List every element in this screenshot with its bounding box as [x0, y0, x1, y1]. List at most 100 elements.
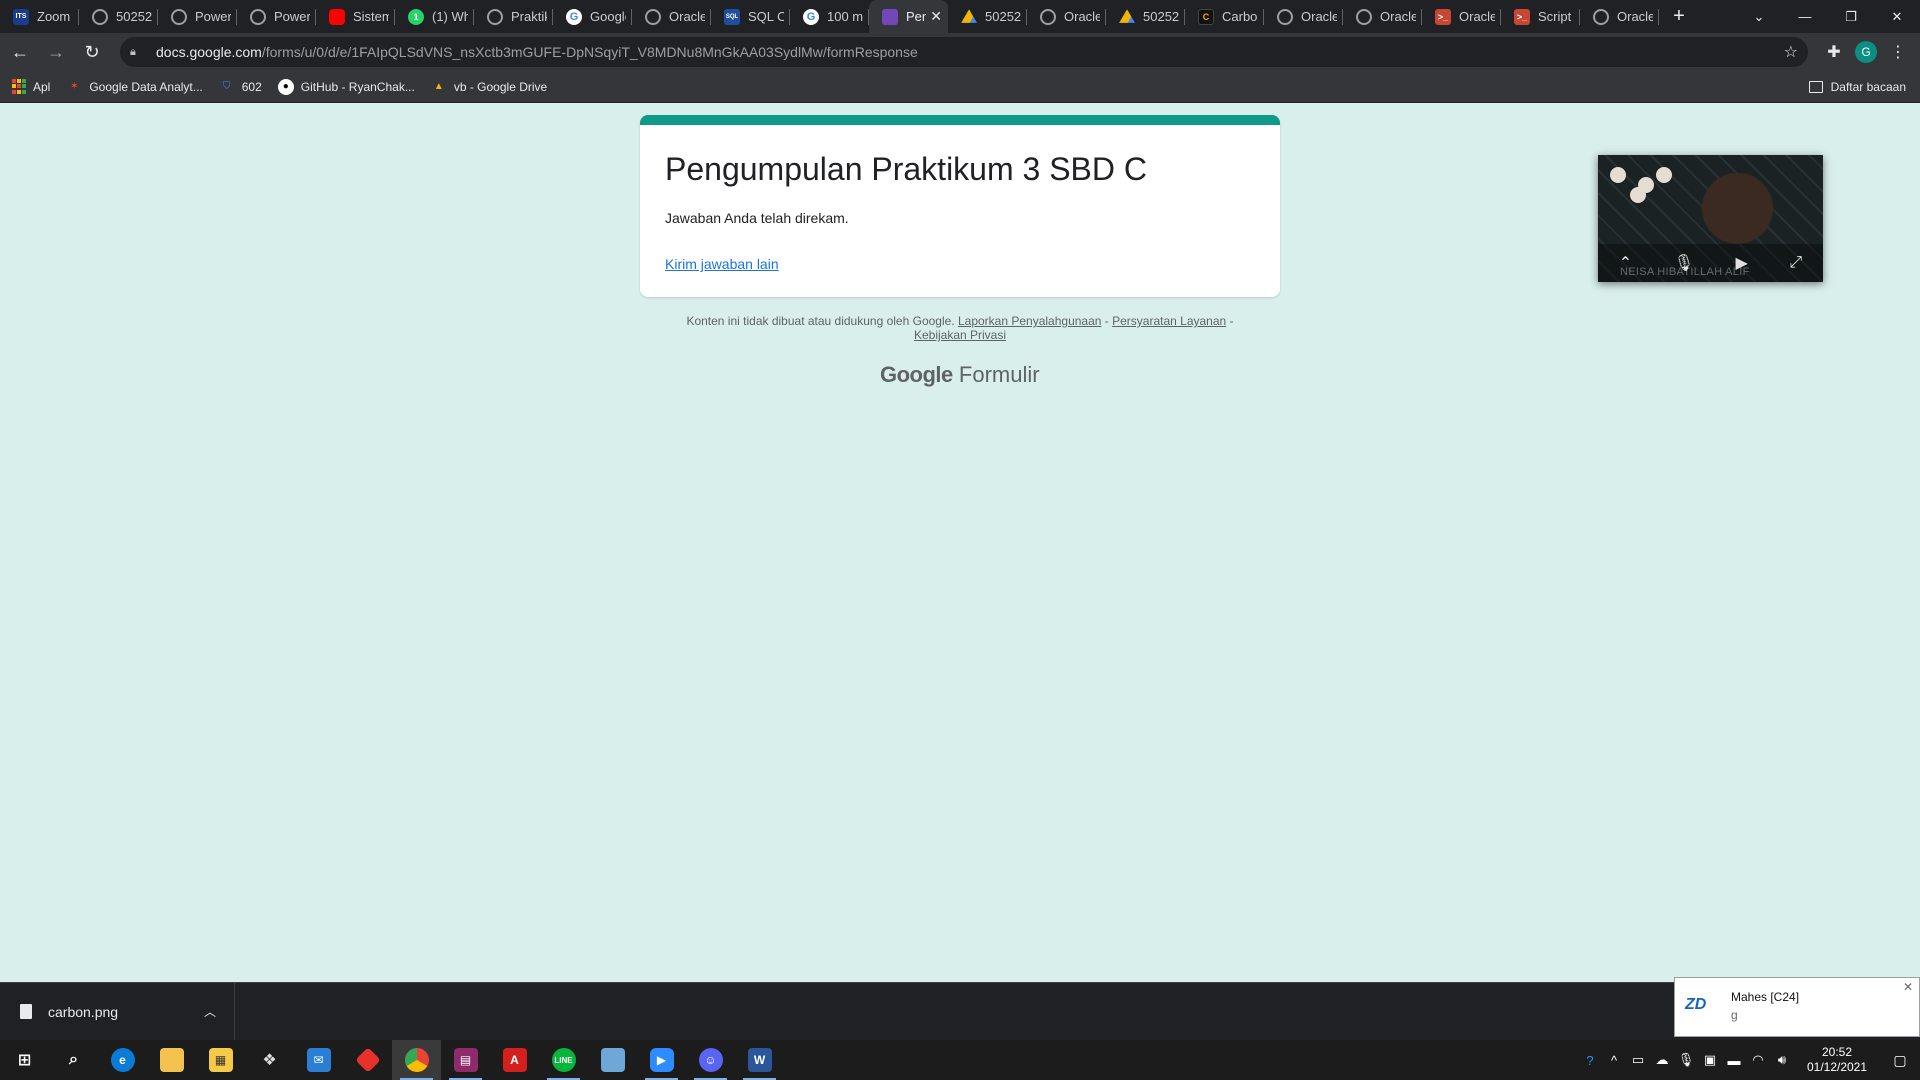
extensions-puzzle-icon[interactable]: ✚ [1818, 42, 1850, 62]
bookmark-apps[interactable]: Apl [12, 78, 51, 95]
submit-another-response-link[interactable]: Kirim jawaban lain [665, 256, 779, 272]
google-forms-logo[interactable]: Google Formulir [880, 362, 1040, 388]
browser-tab[interactable]: ITS Zoom I [0, 0, 79, 33]
battery-icon[interactable]: ▬ [1722, 1053, 1746, 1068]
wifi-icon[interactable]: ◠ [1746, 1052, 1770, 1068]
browser-tab[interactable]: >_ Script [1501, 0, 1580, 33]
restore-button[interactable]: ❐ [1828, 0, 1874, 33]
taskbar-chrome[interactable] [392, 1040, 441, 1080]
zoom-floating-video[interactable]: ⌃ 🎙︎ ▶︎ ⤢ NEISA HIBATILLAH ALIF [1598, 155, 1823, 282]
browser-tab[interactable]: G 100 m [790, 0, 869, 33]
browser-tab[interactable]: Oracle [1580, 0, 1659, 33]
browser-tab[interactable]: PowerP [158, 0, 237, 33]
browser-tab[interactable]: 1 (1) Wh [395, 0, 474, 33]
bookmark-vb-google-drive[interactable]: ▲ vb - Google Drive [431, 79, 547, 95]
whatsapp-icon: 1 [408, 8, 424, 25]
profile-avatar[interactable]: G [1850, 41, 1882, 63]
browser-tab[interactable]: C Carbon [1185, 0, 1264, 33]
browser-tab[interactable]: Per ✕ [869, 0, 948, 33]
help-icon[interactable]: ? [1578, 1053, 1602, 1068]
taskbar-mail[interactable]: ✉ [294, 1040, 343, 1080]
show-hidden-icons-chevron[interactable]: ^ [1602, 1053, 1626, 1068]
bookmark-label: Google Data Analyt... [89, 79, 203, 94]
browser-tab[interactable]: 502520 [79, 0, 158, 33]
taskbar-word[interactable]: W [735, 1040, 784, 1080]
taskbar-edge[interactable]: e [98, 1040, 147, 1080]
downloads-bar: carbon.png ︿ [0, 982, 1920, 1041]
address-bar[interactable]: 🔒︎ docs.google.com /forms/u/0/d/e/1FAIpQ… [120, 37, 1808, 67]
minimize-button[interactable]: — [1782, 0, 1828, 33]
bookmark-label: 602 [241, 79, 262, 94]
download-item[interactable]: carbon.png ︿ [0, 982, 235, 1041]
search-button[interactable]: ⌕ [49, 1040, 98, 1080]
bookmark-star-icon[interactable]: ☆ [1784, 42, 1798, 62]
tab-title: Sistem [353, 9, 389, 24]
browser-menu-icon[interactable]: ⋮ [1882, 42, 1914, 62]
browser-tab[interactable]: PowerP [237, 0, 316, 33]
browser-tab[interactable]: Sistem [316, 0, 395, 33]
report-abuse-link[interactable]: Laporkan Penyalahgunaan [958, 314, 1101, 328]
globe-icon [487, 8, 503, 25]
tab-title: Oracle [1380, 9, 1416, 24]
forms-wordmark: Formulir [958, 362, 1040, 387]
taskbar-winrar[interactable]: ▤ [441, 1040, 490, 1080]
close-icon[interactable]: ✕ [1903, 980, 1913, 994]
browser-tab[interactable]: G Google [553, 0, 632, 33]
taskbar-discord[interactable]: ☺ [686, 1040, 735, 1080]
browser-tab[interactable]: 502520 [948, 0, 1027, 33]
browser-tab[interactable]: Oracle [632, 0, 711, 33]
volume-icon[interactable]: 🔊︎ [1770, 1052, 1794, 1068]
new-tab-button[interactable]: + [1659, 0, 1699, 33]
close-tab-icon[interactable]: ✕ [930, 8, 942, 25]
taskbar-clock[interactable]: 20:52 01/12/2021 [1804, 1045, 1870, 1075]
browser-tab[interactable]: SQL SQL O [711, 0, 790, 33]
bookmark-google-data-analytics[interactable]: ✶ Google Data Analyt... [66, 79, 203, 95]
chevron-up-icon[interactable]: ︿ [204, 1003, 216, 1020]
bookmark-label: Apl [33, 79, 51, 94]
meet-now-icon[interactable]: ▭ [1626, 1052, 1650, 1068]
expand-window-icon[interactable]: ⤢ [1789, 254, 1802, 272]
tab-title: Praktik [511, 9, 547, 24]
bookmark-github[interactable]: ● GitHub - RyanChak... [277, 78, 415, 95]
edge-icon: e [110, 1048, 135, 1072]
browser-tab[interactable]: >_ Oracle [1422, 0, 1501, 33]
taskbar-notes[interactable] [588, 1040, 637, 1080]
browser-tab[interactable]: Praktik [474, 0, 553, 33]
toast-notification[interactable]: ZD Mahes [C24] g ✕ [1674, 977, 1920, 1037]
tab-search-icon[interactable]: ⌄ [1736, 0, 1782, 33]
onedrive-cloud-icon[interactable]: ☁ [1650, 1052, 1674, 1068]
tab-title: Script [1538, 9, 1572, 24]
reading-list-button[interactable]: Daftar bacaan [1808, 80, 1906, 94]
oracle-icon: >_ [1514, 8, 1530, 25]
close-window-button[interactable]: ✕ [1874, 0, 1920, 33]
microphone-icon[interactable]: 🎙︎ [1674, 1052, 1698, 1068]
start-button[interactable]: ⊞ [0, 1040, 49, 1080]
lock-icon[interactable]: 🔒︎ [130, 46, 144, 59]
browser-tab[interactable]: Oracle [1027, 0, 1106, 33]
google-drive-icon: ▲ [433, 81, 444, 92]
privacy-policy-link[interactable]: Kebijakan Privasi [914, 328, 1006, 342]
display-icon[interactable]: ▣ [1698, 1052, 1722, 1068]
taskbar-acrobat[interactable]: A [490, 1040, 539, 1080]
browser-tab[interactable]: Oracle [1264, 0, 1343, 33]
bookmark-602[interactable]: ⛉ 602 [219, 79, 262, 95]
back-button[interactable]: ← [4, 36, 36, 68]
taskbar-anydesk[interactable] [343, 1040, 392, 1080]
action-center-icon[interactable]: ▢ [1880, 1052, 1920, 1069]
youtube-icon [329, 8, 345, 25]
clock-date: 01/12/2021 [1806, 1060, 1868, 1074]
taskbar-file-explorer[interactable] [147, 1040, 196, 1080]
terms-of-service-link[interactable]: Persyaratan Layanan [1112, 314, 1226, 328]
taskbar-dropbox[interactable]: ❖ [245, 1040, 294, 1080]
taskbar-line[interactable]: LINE [539, 1040, 588, 1080]
globe-icon [1593, 8, 1609, 25]
anydesk-icon [354, 1047, 381, 1073]
reload-button[interactable]: ↻ [76, 36, 108, 68]
taskbar-store[interactable]: ▦ [196, 1040, 245, 1080]
forward-button[interactable]: → [40, 36, 72, 68]
browser-tab[interactable]: 502520 [1106, 0, 1185, 33]
browser-tab[interactable]: Oracle [1343, 0, 1422, 33]
form-title: Pengumpulan Praktikum 3 SBD C [665, 151, 1147, 187]
download-file-name: carbon.png [48, 1003, 119, 1020]
taskbar-zoom[interactable]: ▶ [637, 1040, 686, 1080]
